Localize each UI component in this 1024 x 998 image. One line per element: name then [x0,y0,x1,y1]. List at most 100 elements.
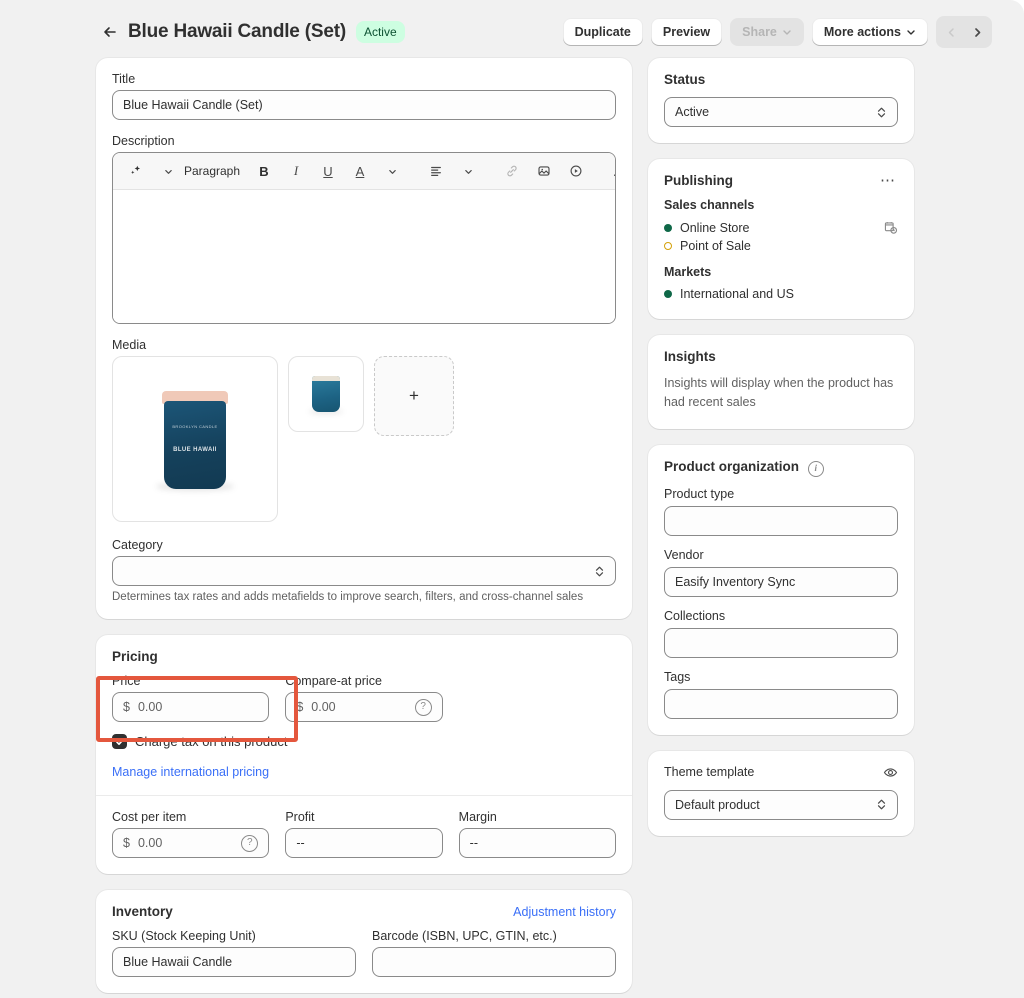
publishing-card: Publishing ⋯ Sales channels Online Store [648,159,914,319]
vendor-group: Vendor Easify Inventory Sync [664,548,898,597]
theme-template-label: Theme template [664,765,755,780]
title-input[interactable]: Blue Hawaii Candle (Set) [112,90,616,120]
info-icon[interactable]: i [807,460,824,477]
theme-template-header: Theme template [664,765,898,780]
cost-per-item-value: 0.00 [137,836,163,850]
italic-button[interactable]: I [281,159,311,183]
sales-channel-name: Point of Sale [680,239,751,253]
adjustment-history-link[interactable]: Adjustment history [513,905,616,919]
barcode-input[interactable] [372,947,616,977]
theme-template-select[interactable]: Default product [664,789,898,820]
status-select-value: Active [675,105,710,119]
check-icon [115,738,124,745]
chevron-left-icon [948,27,954,37]
status-card: Status Active [648,58,914,143]
price-row-spacer [459,674,616,722]
link-icon[interactable] [497,159,527,183]
media-secondary-thumbnail[interactable] [288,356,364,432]
inventory-card: Inventory Adjustment history SKU (Stock … [96,890,632,993]
editor-toolbar: Paragraph B I U A [113,153,615,190]
calendar-clock-icon[interactable] [883,220,898,235]
price-input[interactable]: $ 0.00 [112,692,270,722]
profit-label: Profit [285,810,315,824]
media-primary-thumbnail[interactable]: BROOKLYN CANDLE BLUE HAWAII [112,356,278,522]
sku-input[interactable]: Blue Hawaii Candle [112,947,356,977]
block-format-value: Paragraph [183,164,241,178]
product-type-input[interactable] [664,505,898,536]
vendor-input[interactable]: Easify Inventory Sync [664,566,898,597]
sales-channel-row[interactable]: Point of Sale [664,237,898,255]
more-actions-label: More actions [823,25,901,39]
ellipsis-icon[interactable]: ⋯ [878,173,898,188]
market-row[interactable]: International and US [664,285,898,303]
more-formatting-button[interactable]: … [605,159,615,183]
description-label: Description [112,134,175,148]
margin-input[interactable]: -- [458,828,616,858]
collections-label: Collections [664,608,726,623]
price-label: Price [112,674,141,688]
compare-at-price-input[interactable]: $ 0.00 ? [285,692,443,722]
bold-button[interactable]: B [249,159,279,183]
preview-button[interactable]: Preview [650,18,723,46]
charge-tax-checkbox[interactable] [112,734,127,749]
question-mark-icon[interactable]: ? [241,834,259,852]
cost-per-item-input[interactable]: $ 0.00 ? [112,828,270,858]
market-status-dot [664,290,672,298]
tags-input[interactable] [664,688,898,719]
question-mark-icon[interactable]: ? [414,698,432,716]
text-color-button[interactable]: A [345,159,375,183]
compare-at-price-field-group: Compare-at price $ 0.00 ? [285,674,443,722]
cost-currency-symbol: $ [123,836,130,850]
eye-icon[interactable] [883,765,898,780]
price-currency-symbol: $ [123,700,130,714]
more-actions-button[interactable]: More actions [811,18,928,46]
price-field-group: Price $ 0.00 [112,674,270,722]
status-badge: Active [355,21,405,43]
pricing-card: Pricing Price $ 0.00 Compare-at price $ … [96,635,632,874]
product-type-label: Product type [664,486,735,501]
title-label: Title [112,72,136,86]
sku-label: SKU (Stock Keeping Unit) [112,929,256,943]
block-format-select[interactable]: Paragraph [184,159,240,183]
ai-sparkle-icon[interactable] [121,159,151,183]
status-select[interactable]: Active [664,97,898,127]
inventory-header: Inventory Adjustment history [112,904,616,919]
media-label: Media [112,338,147,352]
cost-per-item-group: Cost per item $ 0.00 ? [112,810,270,858]
align-dropdown-chevron-icon[interactable] [453,159,483,183]
theme-template-value: Default product [675,797,760,812]
insights-title: Insights [664,349,716,364]
compare-at-price-label: Compare-at price [285,674,382,688]
publishing-title: Publishing [664,173,733,188]
inventory-title: Inventory [112,904,173,919]
video-icon[interactable] [561,159,591,183]
share-button[interactable]: Share [730,18,804,46]
underline-button[interactable]: U [313,159,343,183]
manage-international-pricing-link[interactable]: Manage international pricing [112,765,616,779]
product-details-card: Title Blue Hawaii Candle (Set) Descripti… [96,58,632,619]
margin-value: -- [469,836,478,850]
compare-at-price-value: 0.00 [311,700,336,714]
profit-input[interactable]: -- [285,828,443,858]
collections-group: Collections [664,609,898,658]
product-organization-title: Product organization i [664,459,898,477]
insights-card: Insights Insights will display when the … [648,335,914,429]
align-left-icon[interactable] [421,159,451,183]
back-button[interactable] [96,18,124,46]
media-row: BROOKLYN CANDLE BLUE HAWAII + [112,356,616,522]
add-media-button[interactable]: + [374,356,454,436]
description-textarea[interactable] [113,190,615,323]
category-select[interactable] [112,556,616,586]
charge-tax-row[interactable]: Charge tax on this product [112,734,616,749]
tags-group: Tags [664,670,898,719]
image-icon[interactable] [529,159,559,183]
chevron-updown-icon [876,798,887,811]
collections-input[interactable] [664,627,898,658]
next-page-button[interactable] [964,22,990,42]
duplicate-button[interactable]: Duplicate [562,18,643,46]
text-color-chevron-icon[interactable] [377,159,407,183]
sales-channel-row[interactable]: Online Store [664,218,898,237]
previous-page-button[interactable] [938,22,964,42]
product-type-group: Product type [664,487,898,536]
ai-dropdown-chevron-icon[interactable] [153,159,183,183]
